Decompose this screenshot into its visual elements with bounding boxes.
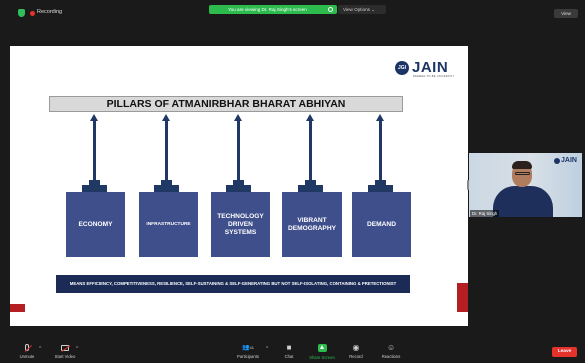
camera-slash (61, 345, 71, 352)
participant-name-tag: Dr. Raj Singh (470, 210, 500, 217)
chevron-up-icon[interactable]: ^ (266, 346, 268, 352)
microphone-muted-icon (24, 344, 33, 353)
pillar-label: VIBRANT DEMOGRAPHY (288, 216, 336, 232)
pillar-base (298, 185, 323, 192)
top-bar: Recording You are viewing Dr. Raj Singh'… (0, 0, 585, 26)
record-button[interactable]: ◉ Record (344, 340, 368, 363)
pillar-demography: VIBRANT DEMOGRAPHY (282, 192, 342, 257)
arrow-shaft (237, 120, 240, 180)
video-logo-text: JAIN (561, 157, 577, 164)
pillar-economy: ECONOMY (66, 192, 125, 257)
logo-subtitle: DEEMED-TO-BE UNIVERSITY (413, 75, 455, 78)
recording-label: Recording (37, 9, 63, 15)
pillar-label: DEMAND (367, 220, 396, 228)
leave-button[interactable]: Leave (552, 347, 577, 357)
jain-logo: JGI JAIN DEEMED-TO-BE UNIVERSITY (395, 59, 459, 79)
unmute-button[interactable]: Unmute (14, 340, 40, 363)
pillar-infrastructure: INFRASTRUCTURE (139, 192, 198, 257)
pillar-technology: TECHNOLOGY DRIVEN SYSTEMS (211, 192, 270, 257)
pillar-label: ECONOMY (78, 220, 113, 228)
share-screen-button[interactable]: Share Screen (306, 340, 338, 363)
slide-accent-bar (10, 304, 25, 312)
viewing-banner-text: You are viewing Dr. Raj Singh's screen (228, 7, 307, 12)
unmute-label: Unmute (19, 354, 35, 359)
arrow-shaft (93, 120, 96, 180)
pillar-base (82, 185, 107, 192)
video-jain-logo: JAIN (554, 157, 580, 166)
view-options-button[interactable]: View Options ⌄ (338, 5, 386, 14)
logo-text: JAIN (412, 59, 449, 76)
pillar-label: TECHNOLOGY DRIVEN SYSTEMS (217, 212, 264, 236)
participants-icon: 👥41 (242, 345, 254, 351)
pillar-base (368, 185, 393, 192)
pillar-demand: DEMAND (352, 192, 411, 257)
participant-glasses (515, 172, 530, 175)
arrow-shaft (309, 120, 312, 180)
recording-dot-icon (30, 11, 35, 16)
participant-hair (512, 161, 532, 169)
arrow-shaft (379, 120, 382, 180)
share-arrow (319, 345, 324, 349)
banner-status-icon (328, 7, 333, 12)
share-screen-label: Share Screen (309, 355, 335, 360)
participants-button[interactable]: 👥41 Participants (230, 340, 266, 363)
chevron-up-icon[interactable]: ^ (39, 346, 41, 352)
start-video-label: Start Video (54, 354, 76, 359)
view-button-label: View (561, 11, 571, 16)
pillar-base (226, 185, 251, 192)
view-button[interactable]: View (554, 9, 578, 18)
chevron-up-icon[interactable]: ^ (76, 346, 78, 352)
chat-button[interactable]: ■ Chat (278, 340, 300, 363)
meeting-toolbar: Unmute ^ Start Video ^ 👥41 Participants … (0, 340, 585, 363)
record-icon: ◉ (352, 343, 360, 352)
reactions-button[interactable]: ☺ Reactions (376, 340, 406, 363)
slide-footer-strip: MEANS EFFICIENCY, COMPETITIVENESS, RESIL… (56, 275, 410, 293)
participant-video-tile[interactable]: JAIN Dr. Raj Singh (469, 153, 582, 217)
reactions-label: Reactions (381, 354, 401, 359)
pillar-label: INFRASTRUCTURE (146, 221, 191, 227)
jgi-badge: JGI (395, 61, 409, 75)
reactions-icon: ☺ (387, 343, 396, 352)
pillar-base (154, 185, 179, 192)
share-screen-icon (317, 344, 327, 352)
security-shield-icon[interactable] (18, 9, 25, 17)
chat-icon: ■ (286, 343, 292, 352)
record-label: Record (349, 354, 363, 359)
participants-count: 41 (249, 345, 254, 350)
camera-off-icon (61, 345, 71, 352)
mute-slash (24, 344, 33, 353)
arrow-shaft (165, 120, 168, 180)
slide-title: PILLARS OF ATMANIRBHAR BHARAT ABHIYAN (49, 96, 403, 112)
participant-body (493, 186, 553, 217)
participants-label: Participants (237, 354, 259, 359)
video-logo-badge (554, 158, 560, 164)
viewing-banner: You are viewing Dr. Raj Singh's screen (209, 5, 337, 14)
slide-accent-bar (457, 283, 468, 312)
chat-label: Chat (284, 354, 294, 359)
shared-slide: JGI JAIN DEEMED-TO-BE UNIVERSITY PILLARS… (10, 46, 468, 326)
